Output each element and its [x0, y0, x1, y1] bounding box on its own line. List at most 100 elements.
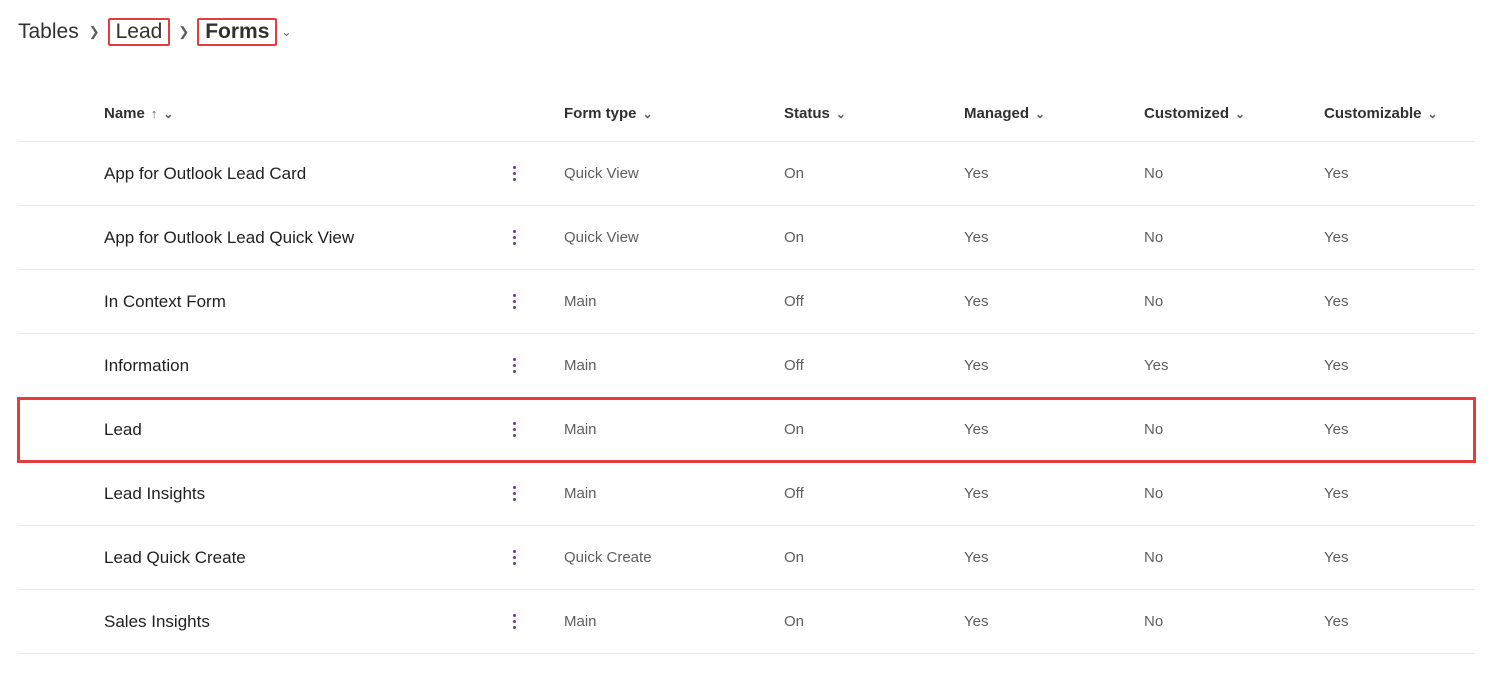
- row-name-cell: Lead Insights: [104, 482, 564, 506]
- more-actions-button[interactable]: [502, 162, 526, 186]
- row-name-cell: Lead: [104, 418, 564, 442]
- column-header-customizable-label: Customizable: [1324, 105, 1422, 122]
- row-customized: No: [1144, 421, 1324, 438]
- row-name-cell: App for Outlook Lead Card: [104, 162, 564, 186]
- chevron-down-icon[interactable]: ⌄: [1035, 107, 1045, 121]
- column-header-form-type-label: Form type: [564, 105, 637, 122]
- row-status: On: [784, 421, 964, 438]
- column-header-name-label: Name: [104, 105, 145, 122]
- more-actions-button[interactable]: [502, 546, 526, 570]
- row-name-cell: App for Outlook Lead Quick View: [104, 226, 564, 250]
- row-form-type: Main: [564, 357, 784, 374]
- table-row[interactable]: LeadMainOnYesNoYes: [18, 398, 1475, 462]
- more-actions-button[interactable]: [502, 354, 526, 378]
- row-customized: No: [1144, 485, 1324, 502]
- row-customized: No: [1144, 549, 1324, 566]
- breadcrumb-tables[interactable]: Tables: [18, 20, 79, 44]
- column-header-managed-label: Managed: [964, 105, 1029, 122]
- breadcrumb-forms[interactable]: Forms: [197, 18, 277, 46]
- row-name[interactable]: Lead Insights: [104, 484, 205, 504]
- table-row[interactable]: App for Outlook Lead Quick View Quick Vie…: [18, 206, 1475, 270]
- table-row[interactable]: InformationMainOffYesYesYes: [18, 334, 1475, 398]
- row-customized: No: [1144, 229, 1324, 246]
- row-customizable: Yes: [1324, 613, 1493, 630]
- row-customized: No: [1144, 613, 1324, 630]
- row-status: Off: [784, 357, 964, 374]
- more-actions-button[interactable]: [502, 418, 526, 442]
- row-name-cell: Lead Quick Create: [104, 546, 564, 570]
- more-actions-button[interactable]: [502, 226, 526, 250]
- row-status: On: [784, 229, 964, 246]
- row-status: Off: [784, 485, 964, 502]
- row-customized: No: [1144, 293, 1324, 310]
- row-form-type: Main: [564, 613, 784, 630]
- row-name-cell: Sales Insights: [104, 610, 564, 634]
- row-form-type: Main: [564, 485, 784, 502]
- row-managed: Yes: [964, 485, 1144, 502]
- chevron-down-icon[interactable]: ⌄: [163, 107, 173, 121]
- more-actions-button[interactable]: [502, 482, 526, 506]
- row-customizable: Yes: [1324, 229, 1493, 246]
- sort-asc-icon: ↑: [151, 106, 158, 121]
- row-status: On: [784, 613, 964, 630]
- column-header-customized[interactable]: Customized ⌄: [1144, 105, 1324, 122]
- row-managed: Yes: [964, 229, 1144, 246]
- more-actions-button[interactable]: [502, 610, 526, 634]
- chevron-down-icon[interactable]: ⌄: [836, 107, 846, 121]
- row-customized: No: [1144, 165, 1324, 182]
- row-form-type: Quick Create: [564, 549, 784, 566]
- table-row[interactable]: Lead InsightsMainOffYesNoYes: [18, 462, 1475, 526]
- column-header-status[interactable]: Status ⌄: [784, 105, 964, 122]
- row-customized: Yes: [1144, 357, 1324, 374]
- row-status: On: [784, 549, 964, 566]
- row-customizable: Yes: [1324, 485, 1493, 502]
- row-customizable: Yes: [1324, 549, 1493, 566]
- row-form-type: Quick View: [564, 229, 784, 246]
- column-header-customizable[interactable]: Customizable ⌄: [1324, 105, 1493, 122]
- row-managed: Yes: [964, 165, 1144, 182]
- row-managed: Yes: [964, 293, 1144, 310]
- column-header-name[interactable]: Name ↑ ⌄: [104, 105, 564, 122]
- row-status: Off: [784, 293, 964, 310]
- row-name-cell: Information: [104, 354, 564, 378]
- row-status: On: [784, 165, 964, 182]
- breadcrumb: Tables ❯ Lead ❯ Forms ⌄: [18, 20, 1475, 44]
- row-managed: Yes: [964, 421, 1144, 438]
- column-header-managed[interactable]: Managed ⌄: [964, 105, 1144, 122]
- row-name[interactable]: Lead Quick Create: [104, 548, 246, 568]
- chevron-down-icon[interactable]: ⌄: [1428, 107, 1438, 121]
- chevron-right-icon: ❯: [178, 24, 189, 40]
- breadcrumb-lead[interactable]: Lead: [108, 18, 171, 46]
- row-customizable: Yes: [1324, 293, 1493, 310]
- table-header-row: Name ↑ ⌄ Form type ⌄ Status ⌄ Managed ⌄ …: [18, 86, 1475, 142]
- chevron-down-icon[interactable]: ⌄: [643, 107, 653, 121]
- forms-table: Name ↑ ⌄ Form type ⌄ Status ⌄ Managed ⌄ …: [18, 86, 1475, 654]
- row-form-type: Quick View: [564, 165, 784, 182]
- table-row[interactable]: In Context FormMainOffYesNoYes: [18, 270, 1475, 334]
- row-name[interactable]: Lead: [104, 420, 142, 440]
- table-row[interactable]: App for Outlook Lead Card Quick ViewOnYes…: [18, 142, 1475, 206]
- table-row[interactable]: Sales InsightsMainOnYesNoYes: [18, 590, 1475, 654]
- row-name-cell: In Context Form: [104, 290, 564, 314]
- row-managed: Yes: [964, 549, 1144, 566]
- row-name[interactable]: Sales Insights: [104, 612, 210, 632]
- row-name[interactable]: App for Outlook Lead Quick View: [104, 228, 354, 248]
- row-managed: Yes: [964, 613, 1144, 630]
- more-actions-button[interactable]: [502, 290, 526, 314]
- row-customizable: Yes: [1324, 421, 1493, 438]
- row-name[interactable]: In Context Form: [104, 292, 226, 312]
- column-header-form-type[interactable]: Form type ⌄: [564, 105, 784, 122]
- row-name[interactable]: Information: [104, 356, 189, 376]
- row-customizable: Yes: [1324, 165, 1493, 182]
- chevron-down-icon[interactable]: ⌄: [281, 25, 291, 39]
- chevron-down-icon[interactable]: ⌄: [1235, 107, 1245, 121]
- row-form-type: Main: [564, 421, 784, 438]
- row-managed: Yes: [964, 357, 1144, 374]
- chevron-right-icon: ❯: [89, 24, 100, 40]
- column-header-customized-label: Customized: [1144, 105, 1229, 122]
- column-header-status-label: Status: [784, 105, 830, 122]
- table-row[interactable]: Lead Quick CreateQuick CreateOnYesNoYes: [18, 526, 1475, 590]
- row-name[interactable]: App for Outlook Lead Card: [104, 164, 306, 184]
- row-customizable: Yes: [1324, 357, 1493, 374]
- row-form-type: Main: [564, 293, 784, 310]
